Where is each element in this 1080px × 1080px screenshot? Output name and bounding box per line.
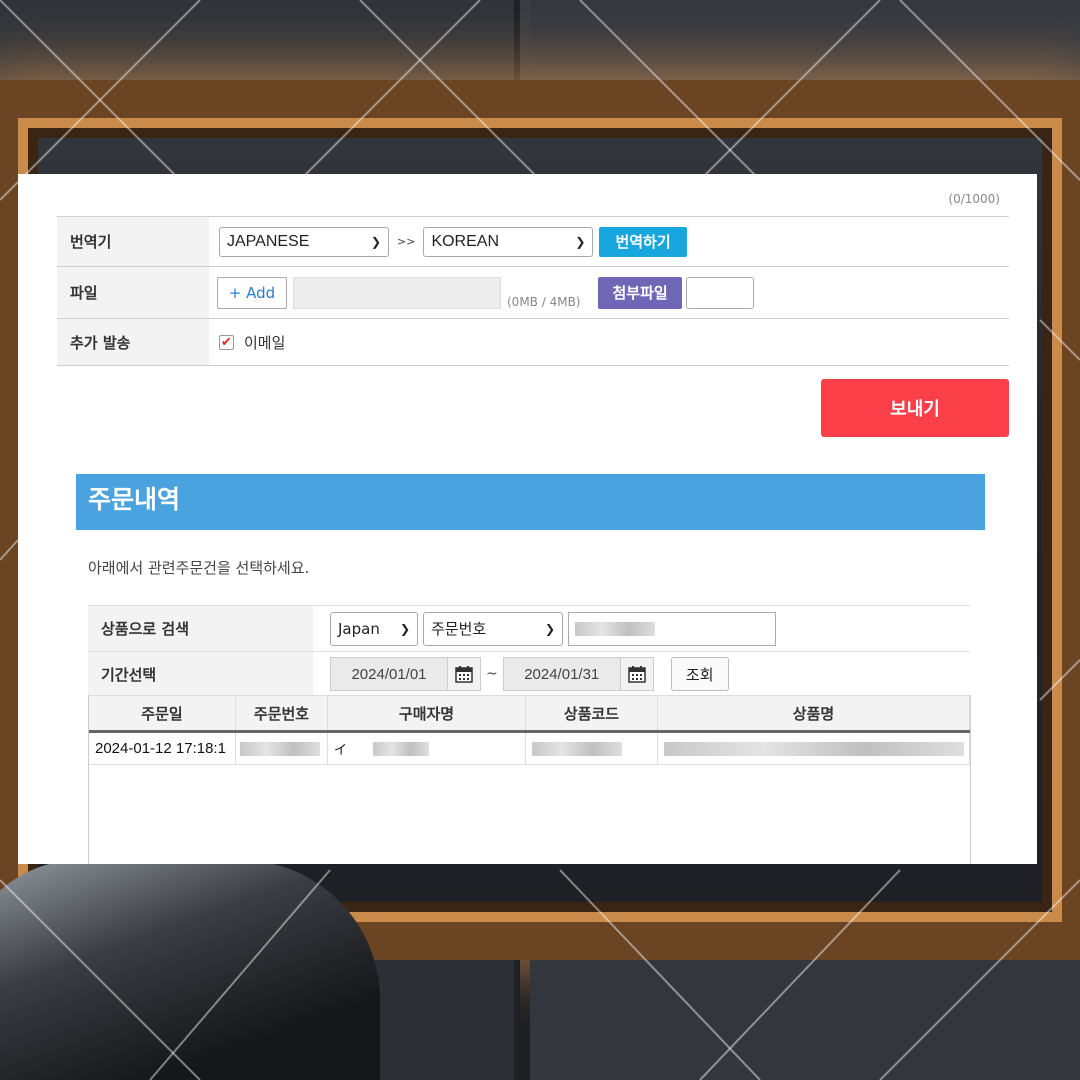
blurred-value [240,741,320,756]
file-label: 파일 [57,267,209,318]
char-count: (0/1000) [948,192,1000,206]
search-field-value: 주문번호 [431,620,487,638]
message-form: 번역기 JAPANESE ❯ >> KOREAN ❯ 번역하기 파일 + Add… [57,216,1009,366]
order-number-cell [236,733,328,764]
blurred-value [532,741,622,756]
attach-file-button[interactable]: 첨부파일 [598,276,682,309]
chevron-down-icon: ❯ [544,621,555,636]
search-field-select[interactable]: 주문번호 ❯ [423,611,563,646]
start-date-input[interactable]: 2024/01/01 [330,657,448,691]
source-language-select[interactable]: JAPANESE ❯ [219,226,389,257]
calendar-icon[interactable] [447,657,481,691]
extra-send-row: 추가 발송 ✔ 이메일 [57,319,1009,366]
file-name-field [293,276,501,309]
calendar-icon[interactable] [619,657,654,691]
order-table-header: 주문일 주문번호 구매자명 상품코드 상품명 [89,695,970,733]
product-code-cell [526,733,658,764]
column-product-name[interactable]: 상품명 [658,696,970,730]
chevron-down-icon: ❯ [370,234,381,249]
order-history-title: 주문내역 [76,474,985,530]
main-card: (0/1000) 번역기 JAPANESE ❯ >> KOREAN ❯ 번역하기… [18,174,1037,864]
chevron-down-icon: ❯ [399,621,410,636]
language-separator: >> [397,235,416,248]
source-language-value: JAPANESE [227,232,310,250]
blurred-value [575,621,655,636]
checkmark-icon: ✔ [221,334,232,350]
column-order-number[interactable]: 주문번호 [236,696,328,730]
file-size-text: (0MB / 4MB) [507,295,581,309]
target-language-select[interactable]: KOREAN ❯ [423,226,594,257]
column-order-date[interactable]: 주문일 [89,696,236,730]
date-range-separator: ~ [486,666,498,682]
email-checkbox[interactable]: ✔ [219,334,234,350]
table-row[interactable]: 2024-01-12 17:18:1 イ [89,733,970,765]
attachment-box[interactable] [685,276,754,309]
file-row: 파일 + Add (0MB / 4MB) 첨부파일 [57,267,1009,319]
send-button[interactable]: 보내기 [821,379,1009,437]
order-date-cell: 2024-01-12 17:18:1 [89,733,236,764]
end-date-input[interactable]: 2024/01/31 [502,657,621,691]
file-controls: + Add (0MB / 4MB) 첨부파일 [209,267,1009,318]
translate-button[interactable]: 번역하기 [599,226,687,257]
country-value: Japan [338,619,380,638]
translator-label: 번역기 [57,217,209,266]
buyer-initial: イ [334,742,348,757]
chevron-down-icon: ❯ [575,234,586,249]
order-table: 주문일 주문번호 구매자명 상품코드 상품명 2024-01-12 17:18:… [88,695,971,864]
period-row: 기간선택 2024/01/01 ~ 2024/01/31 조회 [88,652,970,696]
product-search-label: 상품으로 검색 [88,606,313,651]
column-buyer-name[interactable]: 구매자명 [328,696,526,730]
buyer-name-cell: イ [328,733,526,764]
extra-send-controls: ✔ 이메일 [209,319,1009,365]
translator-controls: JAPANESE ❯ >> KOREAN ❯ 번역하기 [209,217,1009,266]
target-language-value: KOREAN [431,232,500,250]
translator-row: 번역기 JAPANESE ❯ >> KOREAN ❯ 번역하기 [57,217,1009,267]
order-description: 아래에서 관련주문건을 선택하세요. [88,559,310,577]
search-button[interactable]: 조회 [670,657,729,691]
extra-send-label: 추가 발송 [57,319,209,365]
period-label: 기간선택 [88,652,313,696]
add-file-button[interactable]: + Add [217,276,287,309]
column-product-code[interactable]: 상품코드 [526,696,658,730]
product-search-controls: Japan ❯ 주문번호 ❯ [313,606,970,651]
product-search-row: 상품으로 검색 Japan ❯ 주문번호 ❯ [88,606,970,652]
search-input[interactable] [568,611,776,646]
product-name-cell [658,733,970,764]
period-controls: 2024/01/01 ~ 2024/01/31 조회 [313,652,970,696]
email-label: 이메일 [244,333,286,352]
blurred-value [664,741,964,756]
country-select[interactable]: Japan ❯ [330,611,418,646]
order-search: 상품으로 검색 Japan ❯ 주문번호 ❯ 기간선택 2024/01/01 ~… [88,605,970,696]
blurred-value [373,741,430,756]
